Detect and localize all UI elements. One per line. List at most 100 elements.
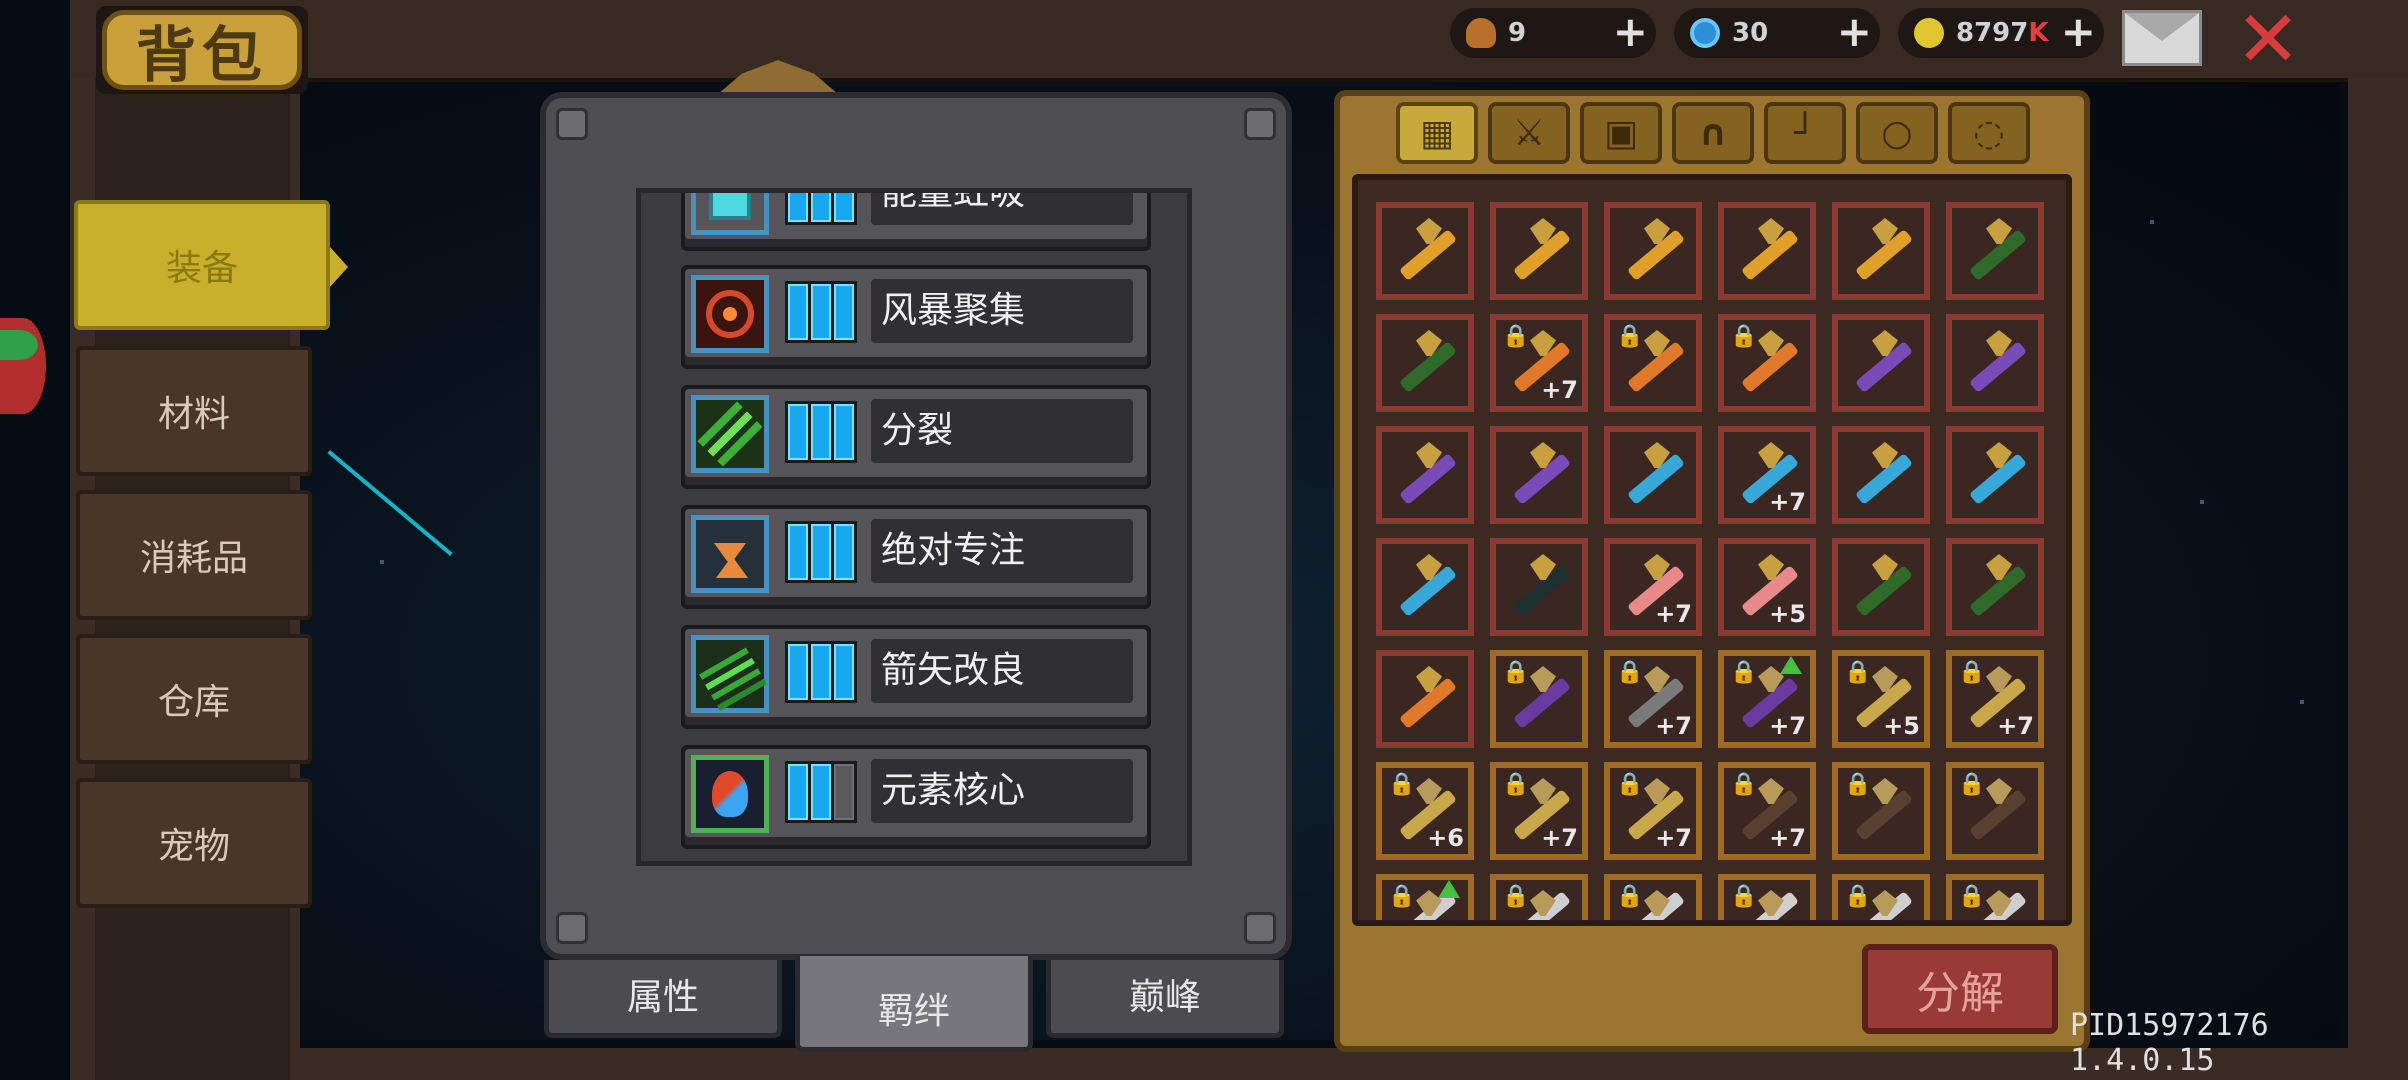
lock-icon: 🔒 bbox=[1958, 772, 1986, 797]
inventory-slot[interactable]: 🔒 +7 bbox=[1718, 762, 1816, 860]
sidebar-item-storage[interactable]: 仓库 bbox=[76, 634, 312, 764]
inventory-grid[interactable]: 🔒 +7 🔒 🔒 +7 +7 +5 🔒 🔒 +7 🔒 +7 🔒 +5 🔒 +7 🔒 +6 🔒 +7 🔒 +7 🔒 +7 🔒 🔒 🔒 🔒… bbox=[1352, 174, 2072, 926]
inventory-slot[interactable] bbox=[1490, 202, 1588, 300]
inventory-slot[interactable]: 🔒 bbox=[1376, 874, 1474, 920]
inventory-slot[interactable] bbox=[1376, 650, 1474, 748]
sidebar-item-equipment[interactable]: 装备 bbox=[74, 200, 348, 330]
inventory-slot[interactable]: +7 bbox=[1718, 426, 1816, 524]
material-count: 9 bbox=[1508, 18, 1527, 48]
upgrade-arrow-icon bbox=[1438, 880, 1460, 898]
bond-list[interactable]: 能量虹吸 风暴聚集 分裂 绝对专注 箭矢改良 元素核心 bbox=[636, 188, 1192, 866]
inventory-slot[interactable] bbox=[1490, 538, 1588, 636]
inventory-slot[interactable]: 🔒 +7 bbox=[1946, 650, 2044, 748]
inventory-slot[interactable] bbox=[1832, 538, 1930, 636]
bond-row[interactable]: 分裂 bbox=[681, 385, 1151, 489]
inventory-slot[interactable]: 🔒 bbox=[1604, 314, 1702, 412]
bond-row[interactable]: 能量虹吸 bbox=[681, 193, 1151, 251]
inventory-slot[interactable]: 🔒 +5 bbox=[1832, 650, 1930, 748]
mail-icon[interactable] bbox=[2122, 10, 2202, 66]
inventory-slot[interactable] bbox=[1832, 314, 1930, 412]
inventory-slot[interactable]: 🔒 bbox=[1946, 762, 2044, 860]
player-id-version: PID15972176 1.4.0.15 bbox=[2070, 1008, 2269, 1078]
inventory-slot[interactable] bbox=[1490, 426, 1588, 524]
inventory-slot[interactable]: 🔒 bbox=[1604, 874, 1702, 920]
inventory-slot[interactable] bbox=[1604, 426, 1702, 524]
inventory-slot[interactable] bbox=[1376, 314, 1474, 412]
add-gem-button[interactable]: + bbox=[1837, 10, 1872, 54]
amulet-icon[interactable]: ◌ bbox=[1948, 102, 2030, 164]
tab-attributes[interactable]: 属性 bbox=[544, 960, 782, 1038]
level-pip bbox=[788, 284, 808, 340]
inventory-slot[interactable] bbox=[1946, 202, 2044, 300]
all-grid-icon[interactable]: ▦ bbox=[1396, 102, 1478, 164]
resource-material: 9 + bbox=[1450, 8, 1656, 58]
offscreen-character-fragment-2 bbox=[0, 330, 38, 360]
inventory-slot[interactable]: +7 bbox=[1604, 538, 1702, 636]
boots-icon[interactable]: ┘ bbox=[1764, 102, 1846, 164]
inventory-slot[interactable] bbox=[1604, 202, 1702, 300]
ring-icon[interactable]: ○ bbox=[1856, 102, 1938, 164]
inventory-slot[interactable]: 🔒 bbox=[1832, 762, 1930, 860]
level-pip bbox=[788, 193, 808, 222]
inventory-slot[interactable] bbox=[1832, 426, 1930, 524]
sidebar-item-consumables[interactable]: 消耗品 bbox=[76, 490, 312, 620]
inventory-slot[interactable]: 🔒 +7 bbox=[1604, 762, 1702, 860]
inventory-slot[interactable] bbox=[1376, 426, 1474, 524]
inventory-slot[interactable]: 🔒 +6 bbox=[1376, 762, 1474, 860]
inventory-slot[interactable]: 🔒 bbox=[1718, 314, 1816, 412]
gold-count: 8797 bbox=[1956, 18, 2029, 48]
rivet bbox=[556, 108, 588, 140]
bond-row[interactable]: 箭矢改良 bbox=[681, 625, 1151, 729]
inventory-slot[interactable]: 🔒 +7 bbox=[1604, 650, 1702, 748]
add-gold-button[interactable]: + bbox=[2061, 10, 2096, 54]
close-icon[interactable]: ✕ bbox=[2232, 1, 2304, 79]
inventory-slot[interactable]: 🔒 +7 bbox=[1718, 650, 1816, 748]
add-material-button[interactable]: + bbox=[1613, 10, 1648, 54]
inventory-slot[interactable] bbox=[1946, 426, 2044, 524]
bond-level-bars bbox=[785, 401, 857, 463]
inventory-slot[interactable]: 🔒 bbox=[1718, 874, 1816, 920]
sidebar-item-materials[interactable]: 材料 bbox=[76, 346, 312, 476]
sidebar-item-pets[interactable]: 宠物 bbox=[76, 778, 312, 908]
inventory-slot[interactable] bbox=[1832, 202, 1930, 300]
inventory-slot[interactable]: 🔒 bbox=[1490, 650, 1588, 748]
inventory-slot[interactable] bbox=[1946, 538, 2044, 636]
bond-row[interactable]: 绝对专注 bbox=[681, 505, 1151, 609]
rivet bbox=[556, 912, 588, 944]
inventory-slot[interactable] bbox=[1718, 202, 1816, 300]
bond-row[interactable]: 风暴聚集 bbox=[681, 265, 1151, 369]
inventory-slot[interactable]: 🔒 bbox=[1832, 874, 1930, 920]
item-level: +7 bbox=[1769, 712, 1806, 740]
inventory-slot[interactable] bbox=[1376, 202, 1474, 300]
weapon-icon[interactable]: ⚔ bbox=[1488, 102, 1570, 164]
armor-icon[interactable]: ▣ bbox=[1580, 102, 1662, 164]
tab-bonds[interactable]: 羁绊 bbox=[795, 956, 1033, 1052]
inventory-slot[interactable]: 🔒 bbox=[1490, 874, 1588, 920]
lock-icon: 🔒 bbox=[1502, 772, 1530, 797]
level-pip bbox=[811, 764, 831, 820]
bond-name: 箭矢改良 bbox=[871, 639, 1133, 703]
helmet-icon[interactable]: ∩ bbox=[1672, 102, 1754, 164]
rivet bbox=[1244, 108, 1276, 140]
lock-icon: 🔒 bbox=[1844, 660, 1872, 685]
inventory-slot[interactable]: +5 bbox=[1718, 538, 1816, 636]
inventory-slot[interactable]: 🔒 +7 bbox=[1490, 314, 1588, 412]
inventory-slot[interactable] bbox=[1946, 314, 2044, 412]
decompose-button[interactable]: 分解 bbox=[1862, 944, 2058, 1034]
inventory-slot[interactable]: 🔒 +7 bbox=[1490, 762, 1588, 860]
gold-count-suffix: K bbox=[2028, 18, 2049, 48]
bond-level-bars bbox=[785, 641, 857, 703]
level-pip bbox=[788, 644, 808, 700]
tab-peak[interactable]: 巅峰 bbox=[1046, 960, 1284, 1038]
arrow-upgrade-icon bbox=[691, 635, 769, 713]
item-level: +7 bbox=[1541, 376, 1578, 404]
storm-gather-icon bbox=[691, 275, 769, 353]
inventory-slot[interactable] bbox=[1376, 538, 1474, 636]
bond-level-bars bbox=[785, 193, 857, 225]
item-level: +7 bbox=[1655, 600, 1692, 628]
bond-name: 元素核心 bbox=[871, 759, 1133, 823]
bond-level-bars bbox=[785, 521, 857, 583]
bond-row[interactable]: 元素核心 bbox=[681, 745, 1151, 849]
inventory-slot[interactable]: 🔒 bbox=[1946, 874, 2044, 920]
level-pip bbox=[811, 524, 831, 580]
